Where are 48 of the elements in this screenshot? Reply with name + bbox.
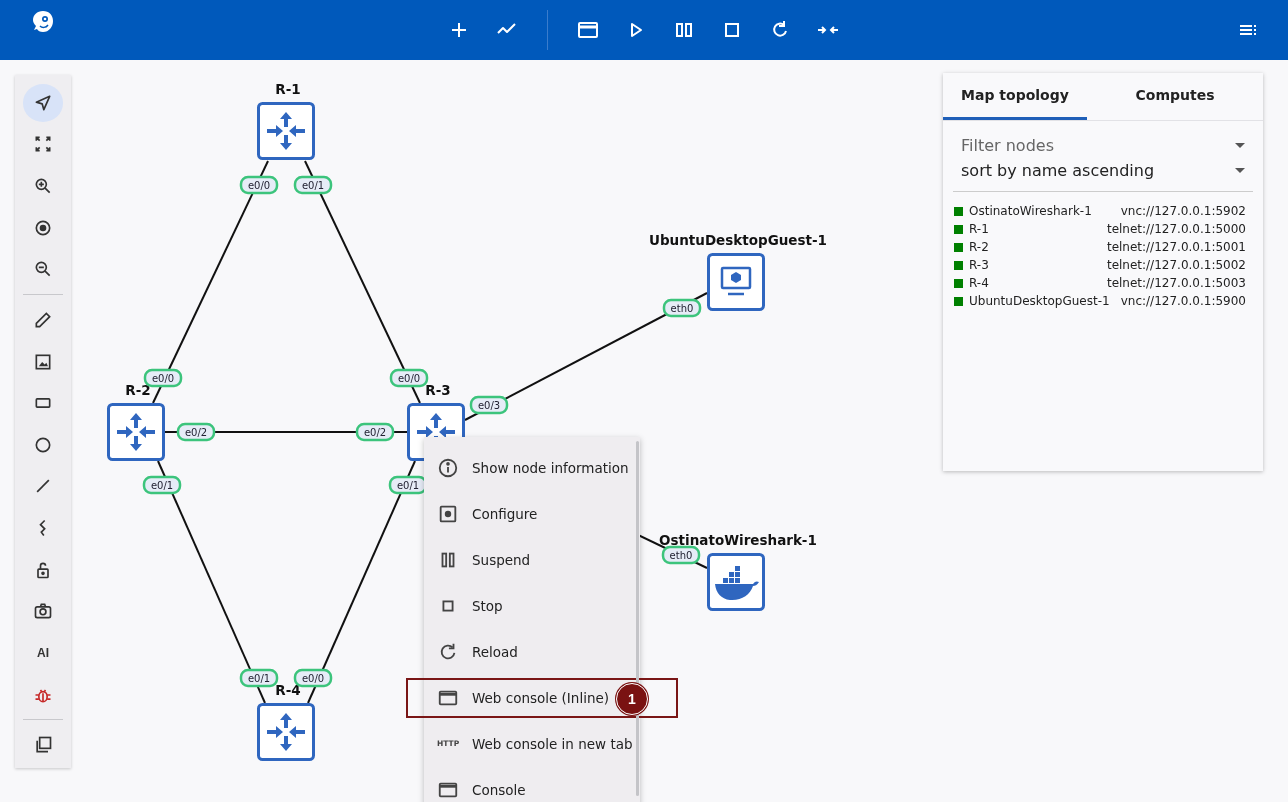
router-icon[interactable] [107, 403, 165, 461]
port-label: e0/3 [469, 395, 509, 415]
caret-icon[interactable] [1235, 143, 1245, 148]
menu-item[interactable]: Stop [424, 583, 507, 629]
node-label: OstinatoWireshark-1 [659, 532, 817, 548]
whale-icon[interactable] [707, 553, 765, 611]
node-name[interactable]: UbuntuDesktopGuest-1 [969, 294, 1121, 308]
node-label: R-1 [275, 81, 301, 97]
port-label: e0/1 [142, 475, 182, 495]
console-address: vnc://127.0.0.1:5902 [1120, 204, 1246, 218]
pointer-tool[interactable] [23, 84, 63, 122]
camera-icon [33, 601, 53, 622]
menu-item[interactable]: Reload [424, 629, 522, 675]
node-name[interactable]: R-1 [969, 222, 1107, 236]
panel-tab[interactable]: Computes [1087, 73, 1263, 120]
step-badge: 1 [616, 683, 648, 715]
router-icon[interactable] [257, 703, 315, 761]
port-label: e0/2 [355, 422, 395, 442]
node-name[interactable]: R-3 [969, 258, 1107, 272]
console-address: telnet://127.0.0.1:5001 [1106, 240, 1246, 254]
fit-icon [33, 134, 53, 155]
console-address: vnc://127.0.0.1:5900 [1120, 294, 1246, 308]
console-address: telnet://127.0.0.1:5002 [1106, 258, 1246, 272]
menu-item[interactable]: Suspend [424, 537, 535, 583]
menu-item[interactable]: Console [424, 767, 530, 802]
ai-button[interactable]: AI [23, 634, 63, 672]
node-name[interactable]: R-4 [969, 276, 1107, 290]
monitor-icon[interactable] [707, 253, 765, 311]
port-label: e0/0 [239, 175, 279, 195]
caret-icon[interactable] [1235, 168, 1245, 173]
console-address: telnet://127.0.0.1:5000 [1106, 222, 1246, 236]
node-label: UbuntuDesktopGuest-1 [649, 232, 827, 248]
filter-field[interactable]: Filter nodes [961, 136, 1235, 155]
pencil-icon [33, 309, 53, 330]
port-label: e0/2 [176, 422, 216, 442]
port-label: eth0 [661, 545, 701, 565]
router-icon[interactable] [257, 102, 315, 160]
copy-icon [33, 735, 53, 756]
info-icon [437, 457, 459, 479]
menu-item[interactable]: Web console (Inline) [424, 675, 614, 721]
console-address: telnet://127.0.0.1:5003 [1106, 276, 1246, 290]
node-name[interactable]: R-2 [969, 240, 1107, 254]
sort-select[interactable]: sort by name ascending [961, 161, 1235, 180]
port-label: e0/1 [293, 175, 333, 195]
pointer-icon [33, 92, 53, 113]
port-label: eth0 [662, 298, 702, 318]
panel-tab[interactable]: Map topology [943, 73, 1087, 120]
node-name[interactable]: OstinatoWireshark-1 [969, 204, 1121, 218]
